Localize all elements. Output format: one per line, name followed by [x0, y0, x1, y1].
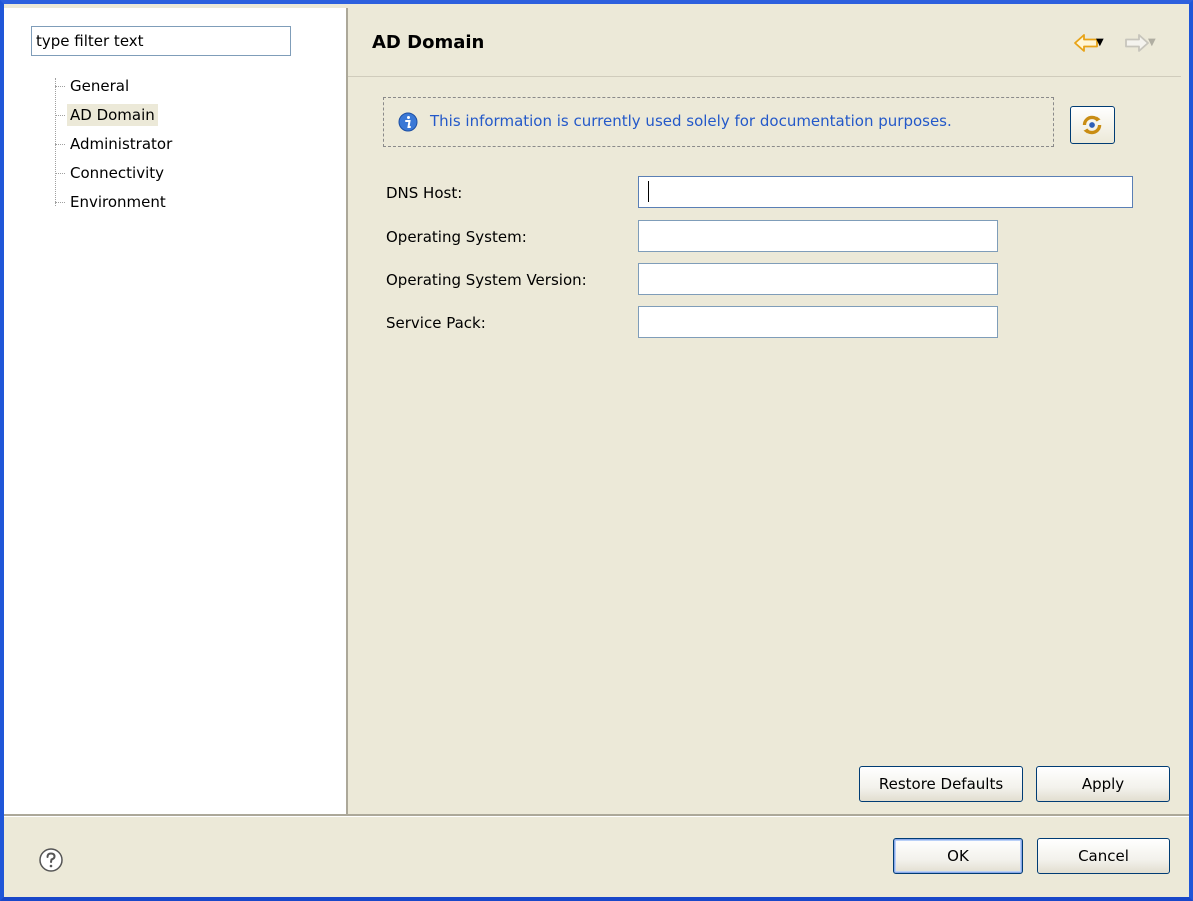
tree-item-label: Connectivity: [70, 164, 164, 182]
restore-defaults-button[interactable]: Restore Defaults: [859, 766, 1023, 802]
apply-button[interactable]: Apply: [1036, 766, 1170, 802]
dns-host-input[interactable]: [638, 176, 1133, 208]
service-pack-input[interactable]: [638, 306, 998, 338]
dns-host-label: DNS Host:: [386, 184, 463, 202]
refresh-icon: [1082, 115, 1102, 135]
info-text: This information is currently used solel…: [430, 112, 952, 130]
operating-system-label: Operating System:: [386, 228, 527, 246]
forward-arrow-icon[interactable]: [1121, 31, 1151, 55]
operating-system-input[interactable]: [638, 220, 998, 252]
info-icon: [398, 112, 418, 132]
refresh-button[interactable]: [1070, 106, 1115, 144]
tree-item-connectivity[interactable]: Connectivity: [55, 160, 167, 186]
pane-divider[interactable]: [346, 8, 348, 814]
tree-item-label: Administrator: [70, 135, 173, 153]
service-pack-label: Service Pack:: [386, 314, 486, 332]
tree-item-ad-domain[interactable]: AD Domain: [55, 102, 158, 128]
tree-item-general[interactable]: General: [55, 73, 132, 99]
tree-item-label: AD Domain: [67, 104, 158, 126]
tree-item-label: General: [70, 77, 130, 95]
help-icon[interactable]: [38, 847, 64, 873]
info-banner: This information is currently used solel…: [383, 97, 1054, 147]
ok-button[interactable]: OK: [893, 838, 1023, 874]
forward-dropdown-icon[interactable]: ▼: [1148, 37, 1156, 48]
page-header: AD Domain: [348, 8, 1181, 77]
filter-input[interactable]: [31, 26, 291, 56]
os-version-label: Operating System Version:: [386, 271, 587, 289]
footer-divider: [4, 814, 1189, 817]
cancel-button[interactable]: Cancel: [1037, 838, 1170, 874]
text-cursor: [648, 181, 649, 202]
tree-item-environment[interactable]: Environment: [55, 189, 169, 215]
tree-item-administrator[interactable]: Administrator: [55, 131, 175, 157]
tree-item-label: Environment: [70, 193, 166, 211]
page-title: AD Domain: [372, 32, 485, 53]
os-version-input[interactable]: [638, 263, 998, 295]
back-dropdown-icon[interactable]: ▼: [1096, 37, 1104, 48]
